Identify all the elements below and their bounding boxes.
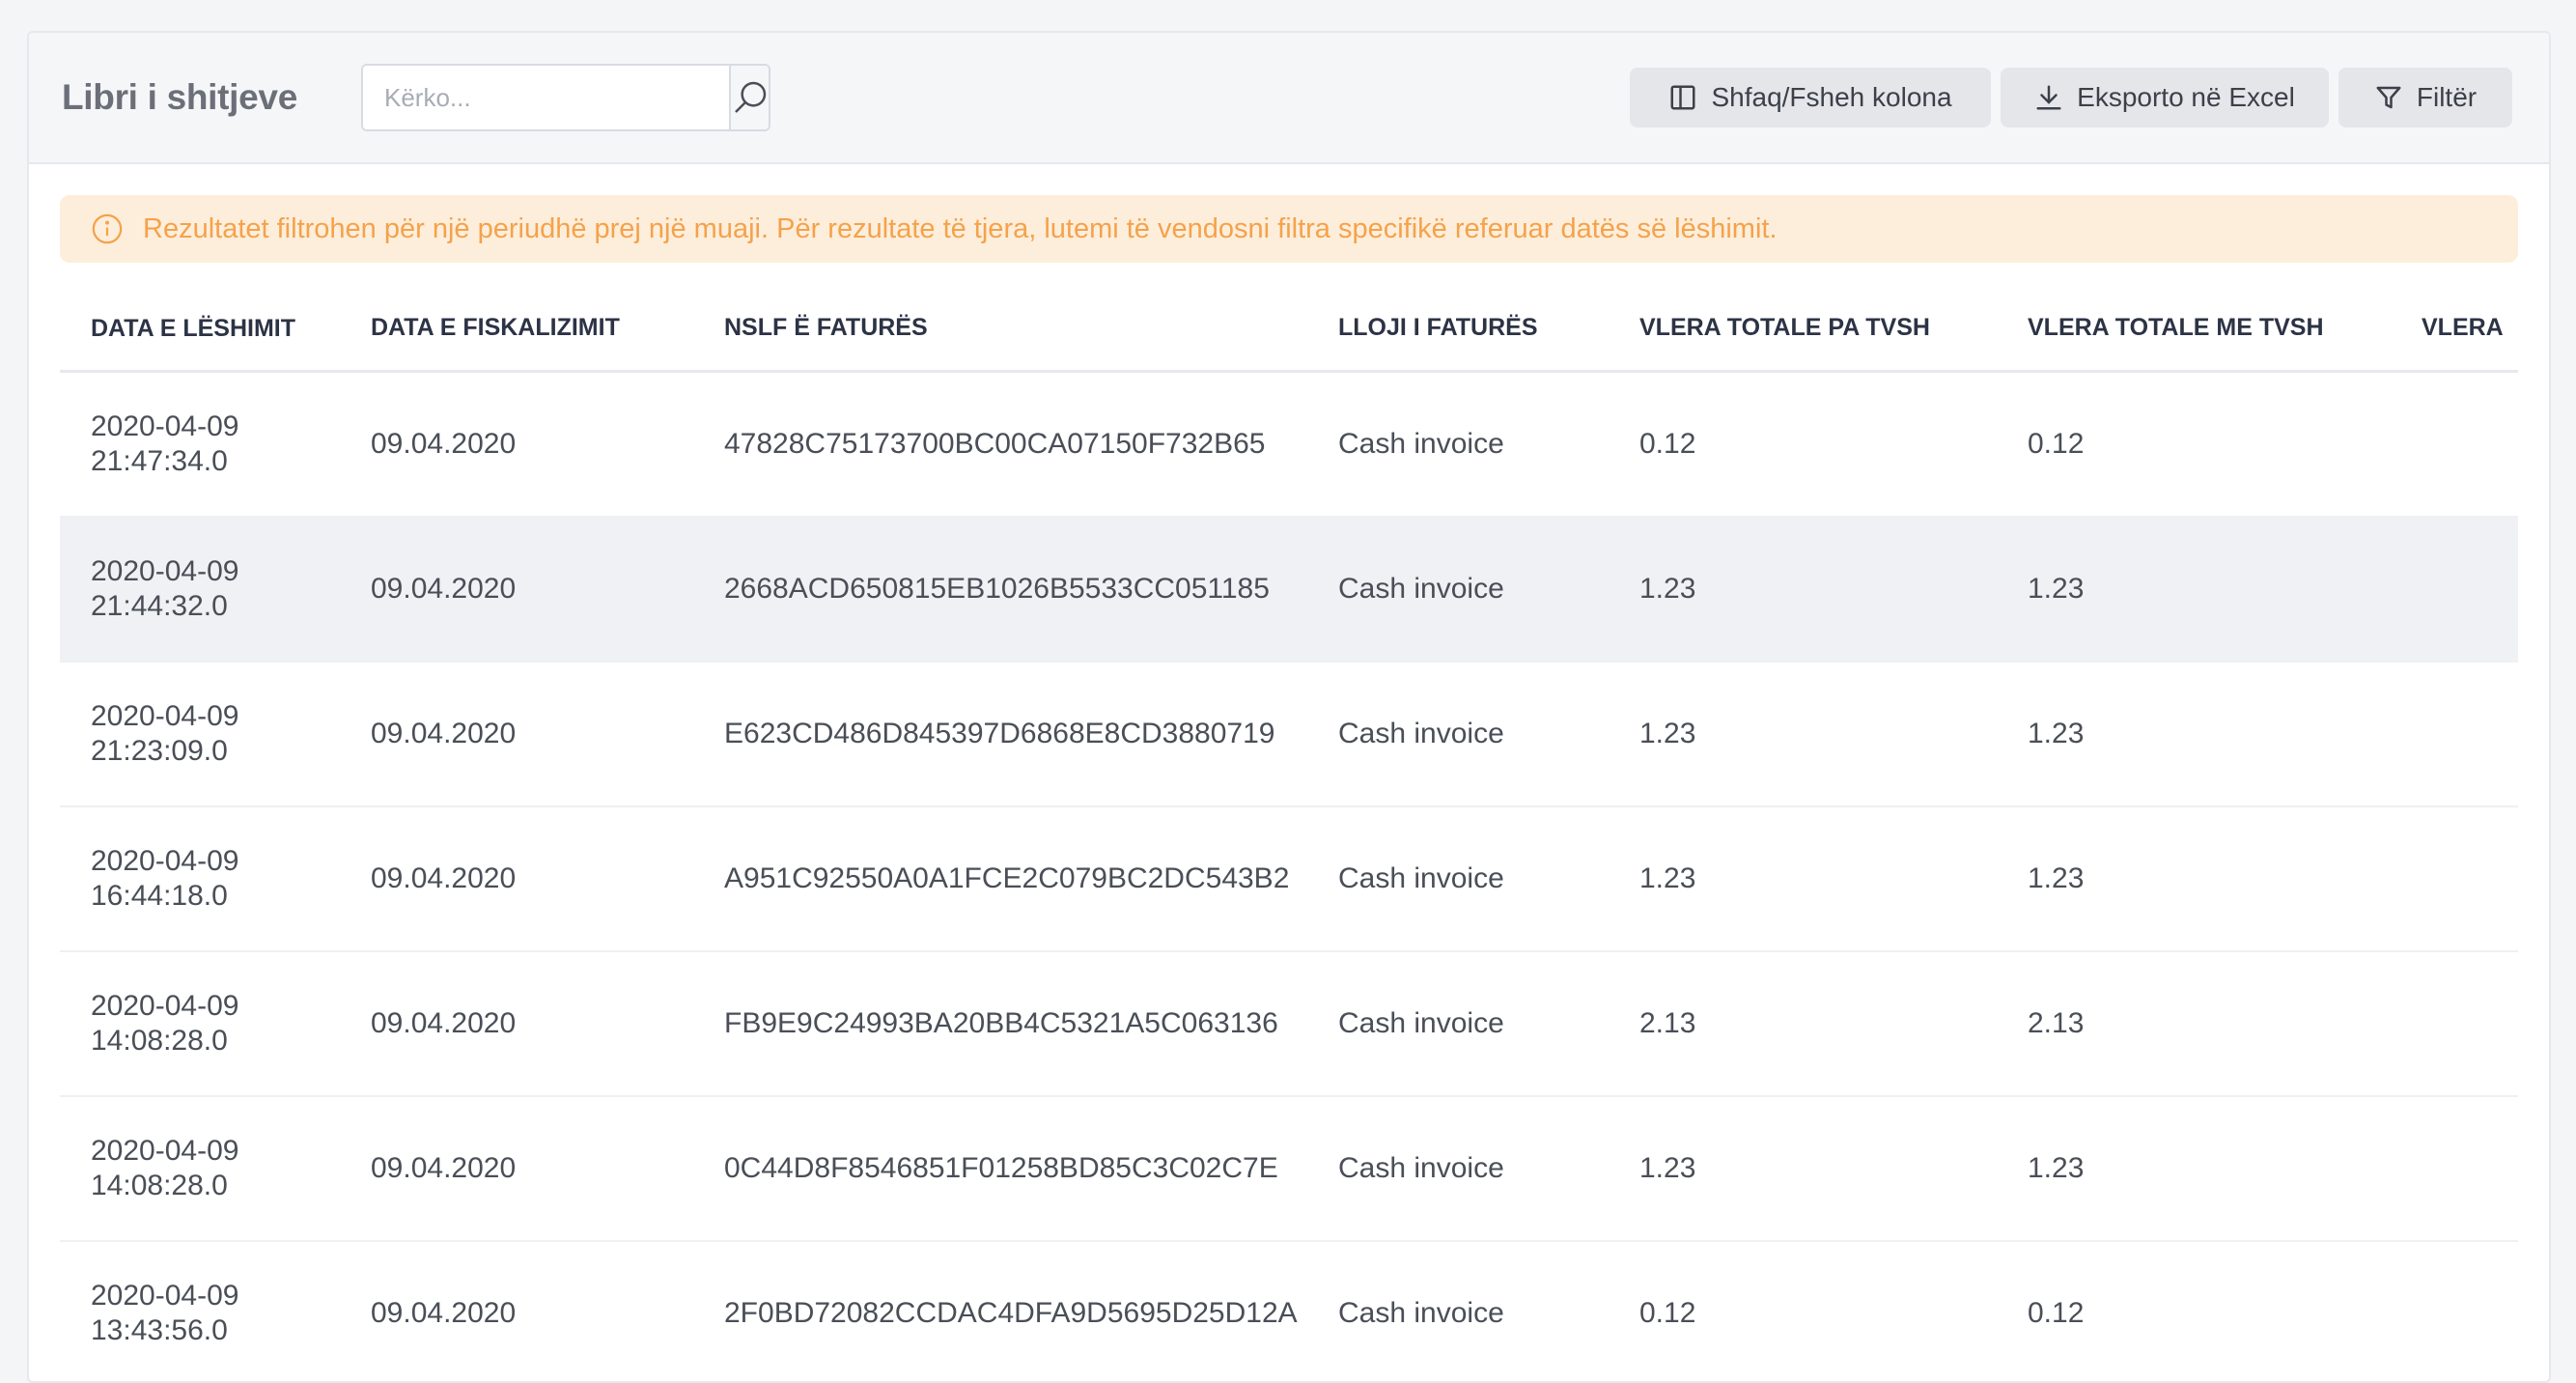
cell-total-no-vat: 1.23: [1639, 862, 1696, 894]
invoices-table: DATA E LËSHIMIT DATA E FISKALIZIMIT NSLF…: [60, 286, 2518, 1381]
cell-total-with-vat: 1.23: [2028, 573, 2085, 605]
cell-nslf: 2668ACD650815EB1026B5533CC051185: [724, 573, 1270, 605]
sales-book-panel: Libri i shitjeve Shfaq/Fsheh kolona: [27, 31, 2551, 1383]
column-header-vat[interactable]: VLERA: [2422, 314, 2518, 342]
cell-issue-date: 2020-04-09: [91, 845, 239, 877]
table-row[interactable]: 2020-04-09 21:44:32.0 09.04.2020 2668ACD…: [60, 518, 2518, 663]
search-input[interactable]: [363, 66, 729, 129]
cell-total-no-vat: 0.12: [1639, 1297, 1696, 1329]
cell-issue-time: 21:44:32.0: [91, 590, 228, 622]
cell-total-with-vat: 1.23: [2028, 718, 2085, 749]
cell-fiscal-date: 09.04.2020: [371, 573, 517, 605]
cell-type: Cash invoice: [1338, 1007, 1504, 1039]
export-excel-button[interactable]: Eksporto në Excel: [2001, 68, 2329, 127]
cell-total-no-vat: 1.23: [1639, 1152, 1696, 1184]
cell-issue-datetime: 2020-04-09 13:43:56.0: [60, 1279, 371, 1348]
download-icon: [2036, 85, 2061, 110]
cell-issue-date: 2020-04-09: [91, 410, 239, 442]
column-header-fiscal-date[interactable]: DATA E FISKALIZIMIT: [371, 314, 724, 342]
cell-total-with-vat: 0.12: [2028, 428, 2085, 460]
cell-nslf: E623CD486D845397D6868E8CD3880719: [724, 718, 1275, 749]
toggle-columns-label: Shfaq/Fsheh kolona: [1711, 82, 1952, 112]
cell-total-no-vat: 1.23: [1639, 718, 1696, 749]
column-header-total-with-vat[interactable]: VLERA TOTALE ME TVSH: [2028, 314, 2422, 342]
cell-issue-time: 21:47:34.0: [91, 445, 228, 477]
cell-issue-date: 2020-04-09: [91, 700, 239, 732]
table-row[interactable]: 2020-04-09 14:08:28.0 09.04.2020 FB9E9C2…: [60, 952, 2518, 1097]
column-header-nslf[interactable]: NSLF Ë FATURËS: [724, 314, 1338, 342]
info-icon: [92, 213, 123, 244]
cell-issue-datetime: 2020-04-09 14:08:28.0: [60, 989, 371, 1058]
cell-issue-date: 2020-04-09: [91, 555, 239, 587]
table-row[interactable]: 2020-04-09 13:43:56.0 09.04.2020 2F0BD72…: [60, 1242, 2518, 1381]
cell-issue-datetime: 2020-04-09 21:23:09.0: [60, 699, 371, 769]
column-header-total-no-vat[interactable]: VLERA TOTALE PA TVSH: [1639, 314, 2028, 342]
cell-type: Cash invoice: [1338, 428, 1504, 460]
cell-total-with-vat: 0.12: [2028, 1297, 2085, 1329]
table-row[interactable]: 2020-04-09 21:23:09.0 09.04.2020 E623CD4…: [60, 663, 2518, 807]
cell-fiscal-date: 09.04.2020: [371, 718, 517, 749]
search-box: [361, 64, 770, 131]
filter-info-alert: Rezultatet filtrohen për një periudhë pr…: [60, 195, 2518, 263]
cell-issue-datetime: 2020-04-09 14:08:28.0: [60, 1134, 371, 1203]
alert-text: Rezultatet filtrohen për një periudhë pr…: [143, 212, 1778, 244]
cell-total-with-vat: 1.23: [2028, 1152, 2085, 1184]
cell-nslf: A951C92550A0A1FCE2C079BC2DC543B2: [724, 862, 1290, 894]
cell-fiscal-date: 09.04.2020: [371, 1007, 517, 1039]
page-header: Libri i shitjeve Shfaq/Fsheh kolona: [29, 33, 2549, 164]
table-header: DATA E LËSHIMIT DATA E FISKALIZIMIT NSLF…: [60, 286, 2518, 373]
cell-issue-date: 2020-04-09: [91, 1280, 239, 1312]
cell-nslf: 2F0BD72082CCDAC4DFA9D5695D25D12A: [724, 1297, 1298, 1329]
cell-total-with-vat: 2.13: [2028, 1007, 2085, 1039]
cell-fiscal-date: 09.04.2020: [371, 862, 517, 894]
cell-type: Cash invoice: [1338, 862, 1504, 894]
cell-issue-datetime: 2020-04-09 21:47:34.0: [60, 409, 371, 479]
cell-fiscal-date: 09.04.2020: [371, 1297, 517, 1329]
page-title: Libri i shitjeve: [62, 77, 297, 117]
cell-type: Cash invoice: [1338, 1297, 1504, 1329]
export-excel-label: Eksporto në Excel: [2077, 82, 2295, 112]
table-row[interactable]: 2020-04-09 16:44:18.0 09.04.2020 A951C92…: [60, 807, 2518, 952]
cell-issue-datetime: 2020-04-09 16:44:18.0: [60, 844, 371, 914]
search-button[interactable]: [729, 66, 769, 129]
cell-total-no-vat: 0.12: [1639, 428, 1696, 460]
cell-total-no-vat: 1.23: [1639, 573, 1696, 605]
cell-issue-time: 21:23:09.0: [91, 735, 228, 767]
cell-nslf: 47828C75173700BC00CA07150F732B65: [724, 428, 1266, 460]
cell-fiscal-date: 09.04.2020: [371, 1152, 517, 1184]
cell-issue-date: 2020-04-09: [91, 990, 239, 1022]
cell-issue-time: 14:08:28.0: [91, 1025, 228, 1057]
cell-issue-datetime: 2020-04-09 21:44:32.0: [60, 554, 371, 624]
cell-fiscal-date: 09.04.2020: [371, 428, 517, 460]
columns-icon: [1670, 85, 1695, 110]
filter-button[interactable]: Filtër: [2338, 68, 2512, 127]
cell-issue-time: 16:44:18.0: [91, 880, 228, 912]
cell-issue-date: 2020-04-09: [91, 1135, 239, 1167]
cell-total-with-vat: 1.23: [2028, 862, 2085, 894]
search-icon: [735, 81, 767, 113]
column-header-type[interactable]: LLOJI I FATURËS: [1338, 314, 1639, 342]
filter-icon: [2376, 86, 2401, 109]
cell-nslf: 0C44D8F8546851F01258BD85C3C02C7E: [724, 1152, 1278, 1184]
column-header-issue-date[interactable]: DATA E LËSHIMIT: [60, 311, 371, 346]
table-row[interactable]: 2020-04-09 21:47:34.0 09.04.2020 47828C7…: [60, 373, 2518, 518]
cell-issue-time: 14:08:28.0: [91, 1170, 228, 1201]
cell-type: Cash invoice: [1338, 1152, 1504, 1184]
cell-type: Cash invoice: [1338, 573, 1504, 605]
toggle-columns-button[interactable]: Shfaq/Fsheh kolona: [1630, 68, 1991, 127]
cell-total-no-vat: 2.13: [1639, 1007, 1696, 1039]
cell-issue-time: 13:43:56.0: [91, 1314, 228, 1346]
table-row[interactable]: 2020-04-09 14:08:28.0 09.04.2020 0C44D8F…: [60, 1097, 2518, 1242]
cell-type: Cash invoice: [1338, 718, 1504, 749]
cell-nslf: FB9E9C24993BA20BB4C5321A5C063136: [724, 1007, 1278, 1039]
filter-label: Filtër: [2416, 82, 2478, 112]
